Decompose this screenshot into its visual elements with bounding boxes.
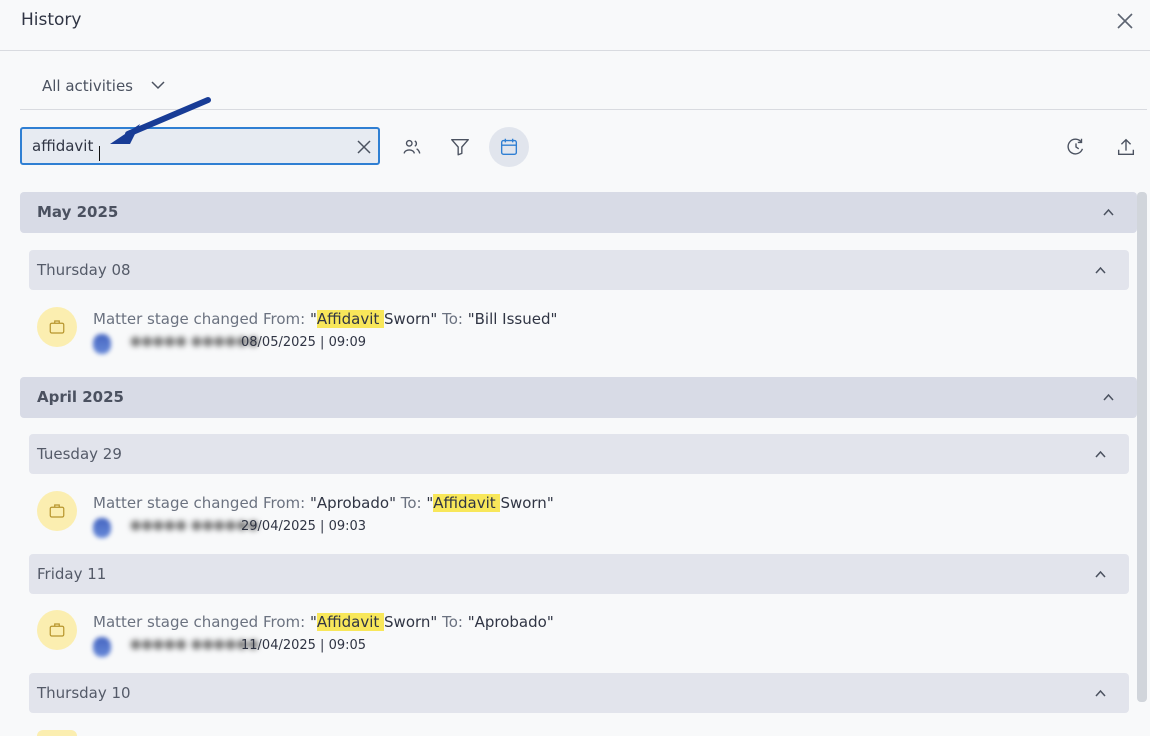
- entry-timestamp: 08/05/2025 | 09:09: [241, 335, 367, 350]
- blurred-user-name: ●●●●● ●●●●●●: [130, 334, 259, 349]
- users-filter-button[interactable]: [392, 127, 432, 167]
- avatar: [93, 637, 111, 657]
- day-label: Tuesday 29: [37, 445, 122, 463]
- blurred-user-name: ●●●●● ●●●●●●: [130, 518, 259, 533]
- from-value: Sworn": [384, 613, 438, 631]
- export-button[interactable]: [1106, 127, 1146, 167]
- chevron-up-icon[interactable]: [1094, 569, 1107, 579]
- entry-meta: ●●●●● ●●●●●● 08/05/2025 | 09:09: [93, 334, 453, 354]
- entry-timestamp: 29/04/2025 | 09:03: [241, 519, 367, 534]
- to-quote-open: ": [467, 613, 475, 631]
- day-label: Friday 11: [37, 565, 107, 583]
- day-header[interactable]: Thursday 10: [29, 673, 1129, 713]
- history-header: History: [0, 0, 1150, 51]
- calendar-icon: [500, 138, 518, 156]
- chevron-up-icon[interactable]: [1102, 207, 1115, 217]
- entry-prefix: Matter stage changed From:: [93, 613, 310, 631]
- search-box[interactable]: [20, 127, 380, 165]
- chevron-up-icon[interactable]: [1094, 688, 1107, 698]
- to-value: Sworn": [500, 494, 554, 512]
- entry-prefix: Matter stage changed From:: [93, 494, 310, 512]
- history-entry: Matter stage changed From: "Aprobado" To…: [37, 491, 1117, 551]
- blurred-user-name: ●●●●● ●●●●●●: [130, 637, 259, 652]
- entry-prefix: Matter stage changed From:: [93, 310, 310, 328]
- chevron-up-icon[interactable]: [1094, 449, 1107, 459]
- history-button[interactable]: [1056, 127, 1096, 167]
- chevron-up-icon[interactable]: [1094, 265, 1107, 275]
- month-label: April 2025: [37, 388, 124, 406]
- briefcase-icon-partial: [37, 730, 77, 736]
- to-quote-open: ": [467, 310, 475, 328]
- upload-icon: [1117, 138, 1135, 156]
- from-quote-open: ": [309, 494, 317, 512]
- search-input[interactable]: [32, 135, 337, 157]
- from-value: Aprobado": [316, 494, 396, 512]
- to-highlight: Affidavit: [433, 494, 501, 512]
- day-header[interactable]: Thursday 08: [29, 250, 1129, 290]
- filter-icon: [451, 138, 469, 156]
- clear-search-icon[interactable]: [356, 139, 372, 155]
- briefcase-icon: [37, 307, 77, 347]
- entry-middle: To:: [395, 494, 427, 512]
- day-header[interactable]: Friday 11: [29, 554, 1129, 594]
- entry-meta: ●●●●● ●●●●●● 11/04/2025 | 09:05: [93, 637, 453, 657]
- chevron-up-icon[interactable]: [1102, 392, 1115, 402]
- from-highlight: Affidavit: [316, 613, 385, 631]
- from-quote-open: ": [309, 613, 317, 631]
- users-icon: [403, 139, 421, 154]
- avatar: [93, 334, 111, 354]
- month-label: May 2025: [37, 203, 119, 221]
- briefcase-icon: [37, 491, 77, 531]
- entry-meta: ●●●●● ●●●●●● 29/04/2025 | 09:03: [93, 518, 453, 538]
- entry-middle: To:: [437, 613, 468, 631]
- month-header[interactable]: May 2025: [20, 192, 1137, 233]
- history-entry: Matter stage changed From: "Affidavit Sw…: [37, 610, 1117, 670]
- from-value: Sworn": [384, 310, 438, 328]
- to-value: Bill Issued": [474, 310, 558, 328]
- entry-description: Matter stage changed From: "Affidavit Sw…: [93, 310, 557, 328]
- close-icon[interactable]: [1113, 9, 1137, 33]
- chevron-down-icon[interactable]: [150, 79, 166, 91]
- month-header[interactable]: April 2025: [20, 377, 1137, 418]
- page-title: History: [21, 10, 82, 30]
- history-icon: [1067, 138, 1084, 155]
- day-label: Thursday 10: [37, 684, 131, 702]
- from-highlight: Affidavit: [316, 310, 385, 328]
- entry-middle: To:: [437, 310, 468, 328]
- day-label: Thursday 08: [37, 261, 131, 279]
- briefcase-icon: [37, 610, 77, 650]
- entry-timestamp: 11/04/2025 | 09:05: [241, 638, 367, 653]
- filter-button[interactable]: [440, 127, 480, 167]
- history-entry: Matter stage changed From: "Affidavit Sw…: [37, 307, 1117, 367]
- text-cursor: [99, 146, 100, 161]
- entry-description: Matter stage changed From: "Aprobado" To…: [93, 494, 554, 512]
- calendar-button[interactable]: [489, 127, 529, 167]
- scrollbar[interactable]: [1137, 192, 1147, 702]
- avatar: [93, 518, 111, 538]
- entry-description: Matter stage changed From: "Affidavit Sw…: [93, 613, 554, 631]
- activities-dropdown-label[interactable]: All activities: [42, 77, 133, 95]
- to-value: Aprobado": [474, 613, 554, 631]
- filter-row: All activities: [20, 51, 1147, 110]
- day-header[interactable]: Tuesday 29: [29, 434, 1129, 474]
- from-quote-open: ": [309, 310, 317, 328]
